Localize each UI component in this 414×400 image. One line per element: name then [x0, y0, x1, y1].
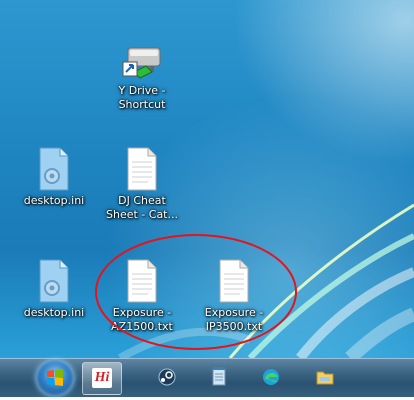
start-button[interactable]: [36, 360, 74, 396]
desktop-icon-desktop-ini-1[interactable]: desktop.ini: [12, 146, 96, 208]
taskbar-button-steam[interactable]: [150, 362, 184, 393]
taskbar-button-edge[interactable]: [254, 362, 288, 393]
text-file-icon: [127, 147, 157, 191]
icon-label-line2: IP3500.txt: [205, 320, 263, 333]
drive-shortcut-icon: [122, 47, 161, 79]
windows-start-icon: [47, 369, 63, 386]
desktop-icon-exposure-ip3500[interactable]: Exposure - IP3500.txt: [192, 258, 276, 334]
text-file-icon: [219, 259, 249, 303]
taskbar-button-hi-app[interactable]: Hi: [82, 362, 122, 395]
icon-label-line1: Y Drive -: [118, 84, 166, 97]
icon-label-line1: Exposure -: [112, 306, 172, 319]
icon-label-line2: Sheet - Cat...: [106, 208, 178, 221]
folder-icon: [316, 371, 334, 385]
config-file-icon: [39, 147, 69, 191]
text-file-icon: [127, 259, 157, 303]
desktop-icon-y-drive-shortcut[interactable]: Y Drive - Shortcut: [100, 38, 184, 112]
steam-icon: [158, 368, 176, 386]
icon-label-line1: desktop.ini: [23, 194, 85, 207]
desktop-icon-dj-cheat-sheet[interactable]: DJ Cheat Sheet - Cat...: [100, 146, 184, 222]
icon-label-line1: Exposure -: [204, 306, 264, 319]
desktop-icon-exposure-az1500[interactable]: Exposure - AZ1500.txt: [100, 258, 184, 334]
icon-label-line2: Shortcut: [118, 98, 166, 111]
desktop-icon-desktop-ini-2[interactable]: desktop.ini: [12, 258, 96, 320]
icon-label-line1: desktop.ini: [23, 306, 85, 319]
taskbar-button-notepad[interactable]: [202, 362, 236, 393]
icon-label-line2: AZ1500.txt: [111, 320, 173, 333]
icon-label-line1: DJ Cheat: [118, 194, 166, 207]
config-file-icon: [39, 259, 69, 303]
hi-app-icon: Hi: [92, 368, 112, 388]
taskbar-button-file-explorer[interactable]: [308, 362, 342, 393]
edge-icon: [263, 369, 279, 385]
taskbar: Hi: [0, 358, 414, 397]
desktop[interactable]: Y Drive - Shortcut desktop.ini DJ Cheat …: [0, 0, 414, 358]
notepad-icon: [212, 367, 226, 386]
